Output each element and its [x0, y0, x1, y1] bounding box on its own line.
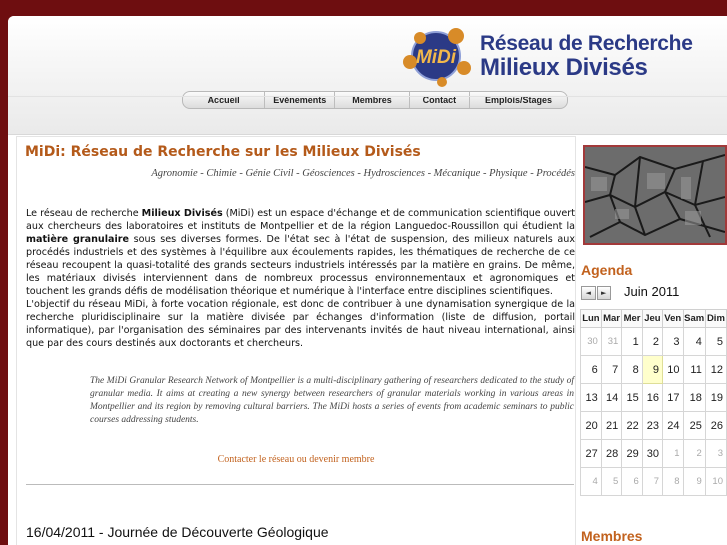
calendar-day[interactable]: 3: [662, 327, 684, 356]
calendar-day[interactable]: 7: [600, 355, 623, 384]
calendar-day[interactable]: 12: [704, 355, 727, 384]
calendar-week: 27 28 29 30 1 2 3: [580, 439, 727, 468]
calendar-day[interactable]: 30: [641, 439, 664, 468]
calendar-day[interactable]: 11: [682, 355, 706, 384]
calendar-day[interactable]: 3: [704, 439, 727, 468]
calendar-day[interactable]: 26: [704, 411, 727, 440]
calendar-day[interactable]: 29: [621, 439, 643, 468]
disciplines-list: Agronomie - Chimie - Génie Civil - Géosc…: [151, 168, 575, 179]
calendar-day[interactable]: 27: [580, 439, 602, 468]
calendar-day[interactable]: 21: [600, 411, 623, 440]
calendar-day[interactable]: 19: [704, 383, 727, 412]
calendar-day[interactable]: 8: [621, 355, 643, 384]
calendar-day[interactable]: 4: [580, 467, 602, 496]
page-title: MiDi: Réseau de Recherche sur les Milieu…: [25, 144, 421, 160]
nav-membres[interactable]: Membres: [335, 92, 410, 108]
intro-paragraph-2: L'objectif du réseau MiDi, à forte vocat…: [26, 299, 575, 349]
calendar-day[interactable]: 28: [600, 439, 623, 468]
nav-accueil[interactable]: Accueil: [183, 92, 266, 108]
calendar-week: 4 5 6 7 8 9 10: [580, 467, 727, 496]
calendar-day[interactable]: 7: [641, 467, 664, 496]
calendar-day[interactable]: 14: [600, 383, 623, 412]
calendar-day[interactable]: 5: [704, 327, 727, 356]
english-summary: The MiDi Granular Research Network of Mo…: [90, 376, 574, 425]
logo-text: MiDi: [416, 47, 457, 68]
calendar-day[interactable]: 13: [580, 383, 602, 412]
intro-paragraph-1: Le réseau de recherche Milieux Divisés (…: [26, 208, 576, 297]
weekday-header: Mar: [600, 309, 623, 328]
calendar-week: 13 14 15 16 17 18 19: [580, 383, 727, 412]
site-header: MiDi Réseau de Recherche Milieux Divisés…: [8, 16, 727, 135]
calendar-day[interactable]: 6: [621, 467, 643, 496]
nav-emplois-stages[interactable]: Emplois/Stages: [470, 92, 567, 108]
calendar-week: 6 7 8 9 10 11 12: [580, 355, 727, 384]
cracked-texture-icon: [585, 147, 725, 243]
calendar-day[interactable]: 1: [662, 439, 684, 468]
calendar-day[interactable]: 10: [662, 355, 684, 384]
weekday-header: Dim: [704, 309, 727, 328]
calendar-month: Juin 2011: [624, 284, 680, 299]
calendar-day[interactable]: 2: [641, 327, 664, 356]
event-title[interactable]: 16/04/2011 - Journée de Découverte Géolo…: [26, 524, 329, 540]
calendar-day[interactable]: 10: [704, 467, 727, 496]
calendar-day[interactable]: 6: [580, 355, 602, 384]
calendar-day[interactable]: 5: [600, 467, 623, 496]
calendar-day[interactable]: 25: [682, 411, 706, 440]
calendar-day[interactable]: 22: [621, 411, 643, 440]
calendar-day[interactable]: 17: [662, 383, 684, 412]
calendar-day[interactable]: 1: [621, 327, 643, 356]
intro-text: Le réseau de recherche Milieux Divisés (…: [26, 207, 575, 350]
calendar-day[interactable]: 8: [662, 467, 684, 496]
nav-evenements[interactable]: Evénements: [265, 92, 336, 108]
calendar-body: 30 31 1 2 3 4 5 6 7 8 9 10 11 12 13 14 15 16 17 18 19 20 21 22 2…: [580, 327, 727, 496]
nav-contact[interactable]: Contact: [410, 92, 471, 108]
midi-logo-icon[interactable]: MiDi: [398, 24, 484, 90]
section-divider: [26, 484, 574, 485]
calendar-day[interactable]: 18: [682, 383, 706, 412]
contact-link[interactable]: Contacter le réseau ou devenir membre: [17, 454, 575, 465]
main-nav: Accueil Evénements Membres Contact Emplo…: [182, 91, 568, 109]
calendar-day[interactable]: 20: [580, 411, 602, 440]
weekday-header: Mer: [621, 309, 643, 328]
weekday-header: Lun: [580, 309, 602, 328]
calendar-day[interactable]: 23: [641, 411, 664, 440]
calendar-week: 20 21 22 23 24 25 26: [580, 411, 727, 440]
calendar-nav: ◄ ►: [581, 286, 611, 300]
weekday-header: Sam: [682, 309, 706, 328]
calendar-day[interactable]: 16: [641, 383, 664, 412]
calendar-day[interactable]: 4: [682, 327, 706, 356]
sidebar: Agenda ◄ ► Juin 2011 Lun Mar Mer Jeu Ven…: [580, 142, 727, 545]
brand-line-1: Réseau de Recherche: [480, 32, 693, 55]
weekday-header: Ven: [662, 309, 684, 328]
calendar-week: 30 31 1 2 3 4 5: [580, 327, 727, 356]
prev-month-icon[interactable]: ◄: [581, 286, 596, 300]
calendar-day[interactable]: 24: [662, 411, 684, 440]
calendar-day[interactable]: 9: [682, 467, 706, 496]
granular-photo: [583, 145, 727, 245]
calendar-day[interactable]: 9: [641, 355, 664, 384]
main-content: MiDi: Réseau de Recherche sur les Milieu…: [16, 136, 576, 545]
agenda-title: Agenda: [581, 262, 633, 278]
weekday-header: Jeu: [641, 309, 664, 328]
calendar-day[interactable]: 2: [682, 439, 706, 468]
calendar: Lun Mar Mer Jeu Ven Sam Dim 30 31 1 2 3 4 5 6 7 8…: [580, 309, 727, 496]
calendar-day[interactable]: 30: [580, 327, 602, 356]
next-month-icon[interactable]: ►: [596, 286, 611, 300]
members-title: Membres: [581, 528, 643, 544]
brand-line-2: Milieux Divisés: [480, 54, 648, 81]
page-frame: MiDi Réseau de Recherche Milieux Divisés…: [8, 16, 727, 545]
calendar-day[interactable]: 31: [600, 327, 623, 356]
calendar-day[interactable]: 15: [621, 383, 643, 412]
